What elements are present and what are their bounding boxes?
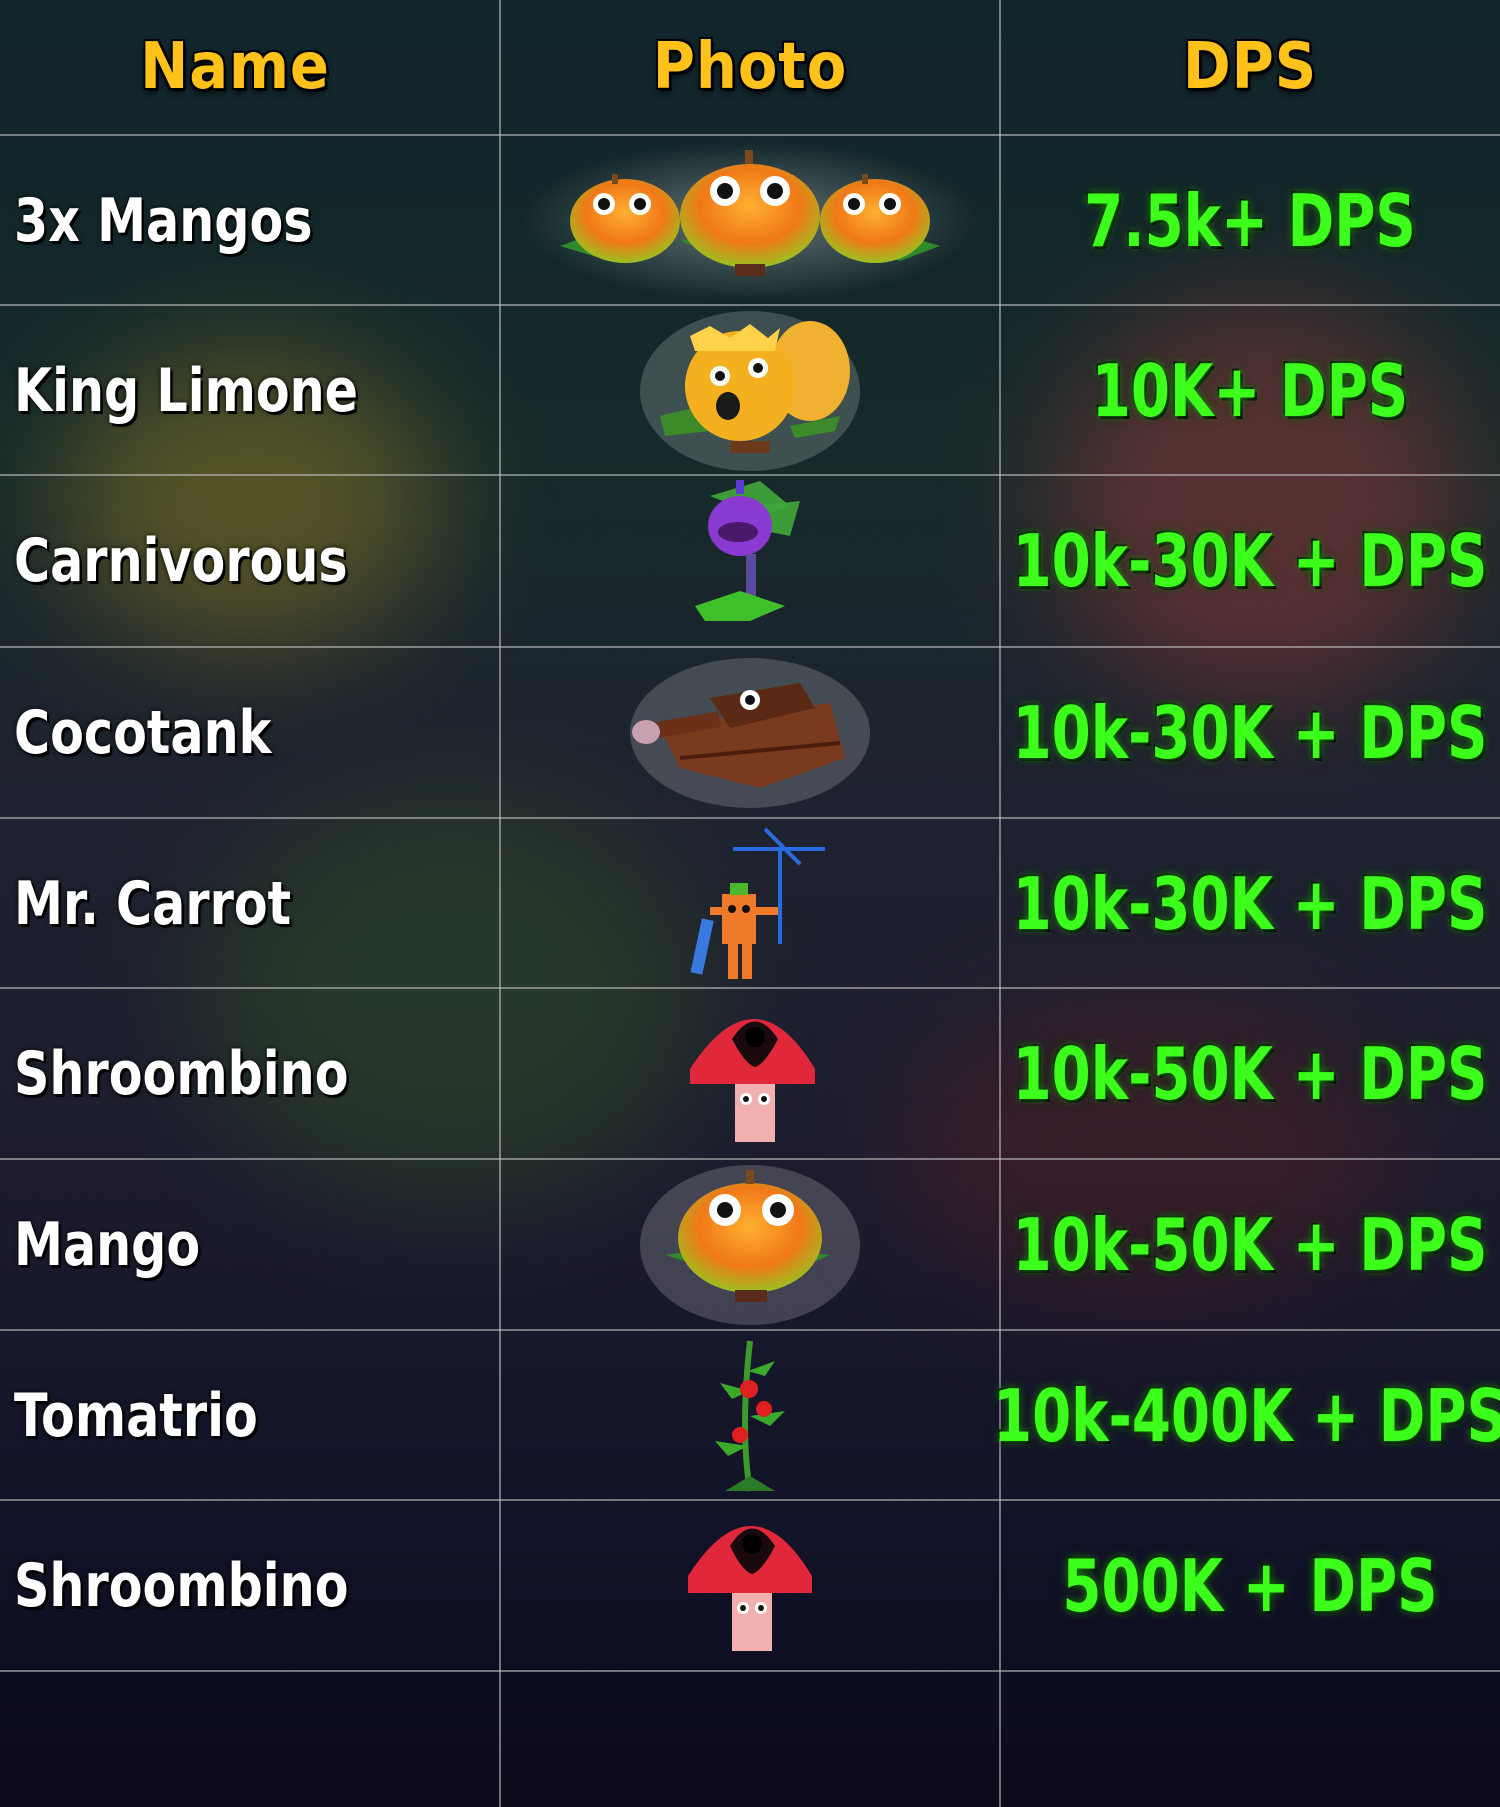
carnivorous-plant-icon: [500, 476, 1000, 646]
row-name: Tomatrio: [14, 1381, 258, 1451]
mango-icon: [500, 1160, 1000, 1330]
row-dps: 10K+ DPS: [1091, 349, 1409, 433]
table-row: Mango 10k-50K + DPS: [0, 1160, 1500, 1330]
row-name: Mango: [14, 1210, 201, 1280]
row-name: Cocotank: [14, 698, 272, 768]
header-photo: Photo: [652, 30, 848, 104]
king-limone-icon: [500, 306, 1000, 476]
row-name: King Limone: [14, 356, 359, 426]
mushroom-icon: [500, 1501, 1000, 1671]
table-row: Carnivorous 10k-30K + DPS: [0, 476, 1500, 646]
table-row: Cocotank 10k-30K + DPS: [0, 648, 1500, 818]
row-dps: 10k-30K + DPS: [1012, 691, 1488, 775]
table-row: 3x Mangos 7.5k+ DPS: [0, 136, 1500, 306]
mushroom-icon: [500, 989, 1000, 1159]
row-name: Mr. Carrot: [14, 869, 292, 939]
table-row: Shroombino 500K + DPS: [0, 1501, 1500, 1671]
row-dps: 10k-30K + DPS: [1012, 519, 1488, 603]
triple-mango-icon: [500, 136, 1000, 306]
table-row: Mr. Carrot 10k-30K + DPS: [0, 819, 1500, 989]
table-row: Shroombino 10k-50K + DPS: [0, 989, 1500, 1159]
header-dps: DPS: [1182, 30, 1318, 104]
carrot-icon: [500, 819, 1000, 989]
row-dps: 10k-30K + DPS: [1012, 862, 1488, 946]
row-dps: 7.5k+ DPS: [1084, 179, 1416, 263]
header-name: Name: [140, 30, 330, 104]
row-dps: 10k-400K + DPS: [993, 1374, 1500, 1458]
row-dps: 10k-50K + DPS: [1012, 1203, 1488, 1287]
row-dps: 500K + DPS: [1062, 1544, 1438, 1628]
table-row: Tomatrio 10k-400K + DPS: [0, 1331, 1500, 1501]
table-row: King Limone 10K+ DPS: [0, 306, 1500, 476]
row-dps: 10k-50K + DPS: [1012, 1032, 1488, 1116]
row-name: Shroombino: [14, 1039, 349, 1109]
row-name: Shroombino: [14, 1551, 349, 1621]
row-name: Carnivorous: [14, 526, 348, 596]
tomato-plant-icon: [500, 1331, 1000, 1501]
row-name: 3x Mangos: [14, 186, 313, 256]
cocotank-icon: [500, 648, 1000, 818]
